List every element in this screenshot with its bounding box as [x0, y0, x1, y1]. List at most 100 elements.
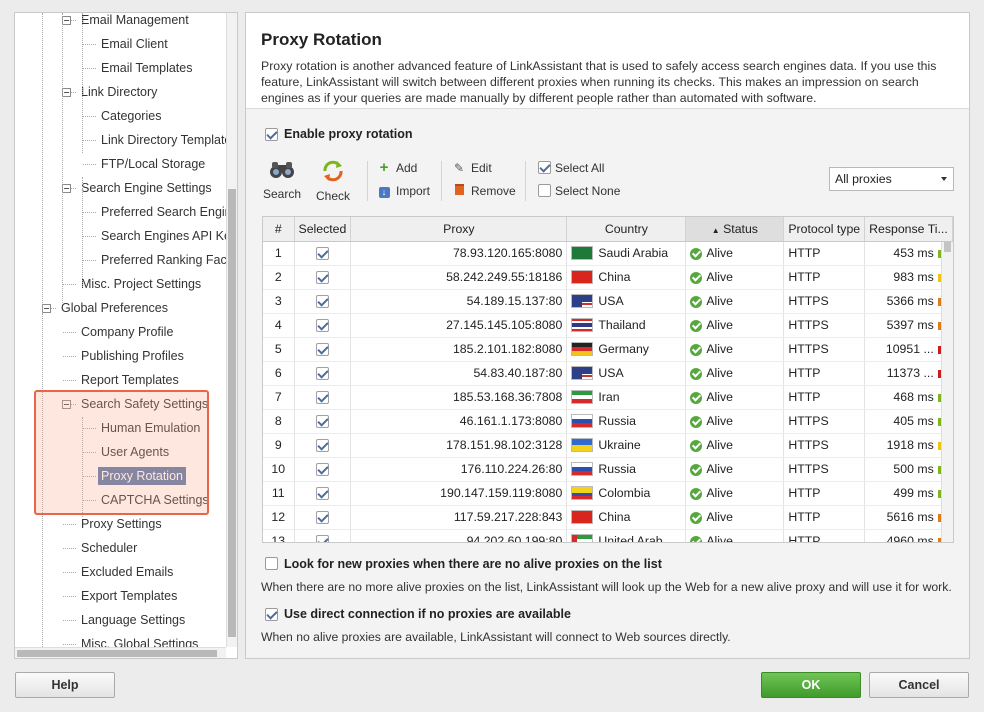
tree-item-report-templates[interactable]: Report Templates — [78, 369, 182, 391]
row-selected-checkbox[interactable] — [315, 319, 329, 333]
column-header-response[interactable]: Response Ti... — [864, 217, 953, 242]
tree-item-categories[interactable]: Categories — [98, 105, 164, 127]
check-button[interactable]: Check — [313, 159, 353, 203]
tree-horizontal-scroll-thumb[interactable] — [17, 650, 217, 657]
add-button[interactable]: + Add — [377, 160, 418, 176]
edit-button[interactable]: ✎ Edit — [452, 160, 492, 176]
row-selected-checkbox[interactable] — [315, 463, 329, 477]
enable-proxy-rotation-label[interactable]: Enable proxy rotation — [284, 127, 413, 141]
country-name: United Arab... — [598, 533, 673, 543]
help-button[interactable]: Help — [15, 672, 115, 698]
table-row[interactable]: 13 94.202.60.199:80 United Arab... Alive HTT… — [263, 529, 953, 543]
tree-item-language-settings[interactable]: Language Settings — [78, 609, 188, 631]
table-row[interactable]: 7 185.53.168.36:7808 Iran Alive HTTP 468 ms — [263, 385, 953, 410]
table-row[interactable]: 11 190.147.159.119:8080 Colombia Alive HTTP 4… — [263, 481, 953, 506]
tree-item-misc-project-settings[interactable]: Misc. Project Settings — [78, 273, 204, 295]
tree-item-user-agents[interactable]: User Agents — [98, 441, 172, 463]
tree-item-preferred-search-engines[interactable]: Preferred Search Engines — [98, 201, 237, 223]
tree-item-company-profile[interactable]: Company Profile — [78, 321, 176, 343]
tree-connector — [83, 500, 96, 501]
ok-button[interactable]: OK — [761, 672, 861, 698]
row-selected-checkbox[interactable] — [315, 367, 329, 381]
look-for-new-proxies-checkbox[interactable] — [265, 557, 278, 570]
tree-item-scheduler[interactable]: Scheduler — [78, 537, 140, 559]
table-row[interactable]: 3 54.189.15.137:80 USA Alive HTTPS 5366 ms — [263, 289, 953, 314]
tree-item-export-templates[interactable]: Export Templates — [78, 585, 180, 607]
cancel-button[interactable]: Cancel — [869, 672, 969, 698]
table-row[interactable]: 10 176.110.224.26:80 Russia Alive HTTPS 500 m… — [263, 457, 953, 482]
response-time-cell: 500 ms — [864, 457, 953, 482]
row-selected-checkbox[interactable] — [315, 343, 329, 357]
import-button[interactable]: ↓ Import — [377, 183, 430, 199]
row-selected-checkbox[interactable] — [315, 295, 329, 309]
row-selected-cell — [294, 265, 352, 290]
column-header-selected[interactable]: Selected — [294, 217, 352, 242]
column-header-country[interactable]: Country — [566, 217, 687, 242]
remove-button[interactable]: Remove — [452, 183, 516, 199]
collapse-toggle-icon[interactable] — [62, 88, 71, 97]
tree-item-email-templates[interactable]: Email Templates — [98, 57, 195, 79]
collapse-toggle-icon[interactable] — [62, 400, 71, 409]
alive-check-icon — [690, 415, 703, 428]
collapse-toggle-icon[interactable] — [42, 304, 51, 313]
table-vertical-scroll-thumb[interactable] — [944, 242, 951, 252]
tree-item-search-safety-settings[interactable]: Search Safety Settings — [78, 393, 211, 415]
row-selected-checkbox[interactable] — [315, 271, 329, 285]
row-selected-checkbox[interactable] — [315, 391, 329, 405]
column-header-protocol[interactable]: Protocol type — [783, 217, 866, 242]
response-time-cell: 5397 ms — [864, 313, 953, 338]
tree-item-ftp-local-storage[interactable]: FTP/Local Storage — [98, 153, 208, 175]
table-row[interactable]: 2 58.242.249.55:18186 China Alive HTTP 983 ms — [263, 265, 953, 290]
direct-connection-checkbox[interactable] — [265, 608, 278, 621]
tree-vertical-scroll-thumb[interactable] — [228, 189, 236, 637]
ru-flag-icon — [571, 462, 594, 477]
column-header-status[interactable]: ▲ Status — [685, 217, 785, 242]
tree-item-link-directory-templates[interactable]: Link Directory Templates — [98, 129, 237, 151]
tree-item-link-directory[interactable]: Link Directory — [78, 81, 160, 103]
column-header-number[interactable]: # — [263, 217, 295, 242]
tree-item-captcha-settings[interactable]: CAPTCHA Settings — [98, 489, 212, 511]
tree-item-search-engines-api-keys[interactable]: Search Engines API Keys — [98, 225, 237, 247]
row-selected-checkbox[interactable] — [315, 247, 329, 261]
collapse-toggle-icon[interactable] — [62, 16, 71, 25]
alive-check-icon — [690, 319, 703, 332]
protocol-type: HTTP — [783, 385, 866, 410]
tree-item-email-management[interactable]: Email Management — [78, 13, 192, 31]
collapse-toggle-icon[interactable] — [62, 184, 71, 193]
table-row[interactable]: 5 185.2.101.182:8080 Germany Alive HTTPS 1095… — [263, 337, 953, 362]
row-number: 2 — [263, 265, 295, 290]
tree-item-global-preferences[interactable]: Global Preferences — [58, 297, 171, 319]
tree-item-human-emulation[interactable]: Human Emulation — [98, 417, 203, 439]
table-row[interactable]: 6 54.83.40.187:80 USA Alive HTTP 11373 ... — [263, 361, 953, 386]
select-all-button[interactable]: Select All — [555, 160, 604, 176]
tree-item-search-engine-settings[interactable]: Search Engine Settings — [78, 177, 215, 199]
search-button[interactable]: Search — [262, 159, 302, 201]
tree-item-proxy-settings[interactable]: Proxy Settings — [78, 513, 165, 535]
table-vertical-scrollbar[interactable] — [941, 242, 953, 542]
table-row[interactable]: 1 78.93.120.165:8080 Saudi Arabia Alive HTTP… — [263, 241, 953, 266]
select-none-button[interactable]: Select None — [555, 183, 620, 199]
tree-connector — [83, 428, 96, 429]
look-for-new-proxies-label[interactable]: Look for new proxies when there are no a… — [284, 557, 662, 571]
row-selected-checkbox[interactable] — [315, 415, 329, 429]
tree-vertical-scrollbar[interactable] — [226, 13, 237, 647]
tree-item-proxy-rotation[interactable]: Proxy Rotation — [98, 465, 186, 487]
tree-item-email-client[interactable]: Email Client — [98, 33, 171, 55]
proxy-filter-dropdown[interactable]: All proxies — [829, 167, 954, 191]
tree-horizontal-scrollbar[interactable] — [15, 647, 226, 658]
row-selected-checkbox[interactable] — [315, 439, 329, 453]
direct-connection-label[interactable]: Use direct connection if no proxies are … — [284, 607, 571, 621]
table-row[interactable]: 8 46.161.1.173:8080 Russia Alive HTTPS 405 ms — [263, 409, 953, 434]
column-header-proxy[interactable]: Proxy — [350, 217, 568, 242]
alive-check-icon — [690, 343, 703, 356]
row-selected-checkbox[interactable] — [315, 511, 329, 525]
tree-item-preferred-ranking-factors[interactable]: Preferred Ranking Factors — [98, 249, 237, 271]
tree-item-excluded-emails[interactable]: Excluded Emails — [78, 561, 176, 583]
table-row[interactable]: 12 117.59.217.228:843 China Alive HTTP 5616 m… — [263, 505, 953, 530]
enable-proxy-rotation-checkbox[interactable] — [265, 128, 278, 141]
row-selected-checkbox[interactable] — [315, 487, 329, 501]
row-selected-checkbox[interactable] — [315, 535, 329, 542]
tree-item-publishing-profiles[interactable]: Publishing Profiles — [78, 345, 187, 367]
table-row[interactable]: 9 178.151.98.102:3128 Ukraine Alive HTTPS 191… — [263, 433, 953, 458]
table-row[interactable]: 4 27.145.145.105:8080 Thailand Alive HTTPS 53… — [263, 313, 953, 338]
